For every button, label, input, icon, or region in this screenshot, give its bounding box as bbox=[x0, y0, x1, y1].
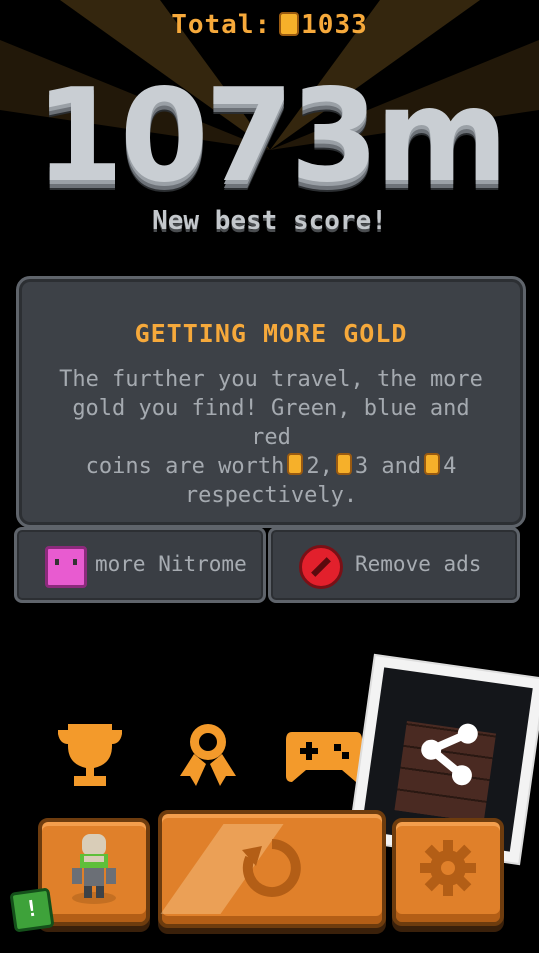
blue-coin-icon bbox=[335, 453, 352, 475]
character-select-button[interactable] bbox=[38, 818, 150, 926]
share-icon[interactable] bbox=[409, 713, 488, 792]
more-nitrome-button[interactable]: more Nitrome bbox=[14, 527, 266, 603]
red-coin-icon bbox=[424, 453, 441, 475]
tip-line-3c: 3 and bbox=[354, 454, 422, 479]
tip-body: The further you travel, the more gold yo… bbox=[55, 365, 487, 510]
best-score-label: New best score! bbox=[152, 206, 387, 236]
settings-button[interactable] bbox=[392, 818, 504, 926]
replay-button[interactable] bbox=[158, 810, 386, 928]
tip-line-3b: 2, bbox=[306, 454, 333, 479]
gold-coin-icon bbox=[279, 12, 300, 36]
tip-line-1: The further you travel, the more bbox=[59, 367, 483, 392]
gamepad-icon[interactable] bbox=[284, 720, 364, 784]
alert-badge[interactable]: ! bbox=[9, 887, 55, 933]
total-value: 1033 bbox=[301, 10, 368, 40]
tip-line-4: respectively. bbox=[184, 483, 358, 508]
remove-ads-button[interactable]: Remove ads bbox=[268, 527, 520, 603]
more-nitrome-label: more Nitrome bbox=[95, 552, 247, 576]
replay-icon bbox=[242, 839, 301, 897]
tip-line-3a: coins are worth bbox=[85, 454, 285, 479]
tip-title: GETTING MORE GOLD bbox=[134, 319, 408, 348]
award-ribbon-icon[interactable] bbox=[174, 720, 242, 790]
distance-score: 1073m bbox=[34, 62, 509, 211]
character-avatar bbox=[72, 834, 116, 904]
total-gold: Total: 1033 bbox=[0, 10, 539, 40]
tip-line-3: coins are worth 2, 3 and 4 bbox=[55, 452, 487, 481]
tip-line-3d: 4 bbox=[443, 454, 457, 479]
no-ads-icon bbox=[299, 545, 343, 589]
secondary-buttons: more Nitrome Remove ads bbox=[14, 527, 520, 603]
green-coin-icon bbox=[287, 453, 304, 475]
nitrome-icon bbox=[45, 546, 87, 588]
remove-ads-label: Remove ads bbox=[355, 552, 482, 576]
trophy-icon[interactable] bbox=[54, 720, 126, 790]
tip-panel: GETTING MORE GOLD The further you travel… bbox=[16, 276, 526, 528]
gear-icon bbox=[420, 840, 476, 896]
tip-line-2: gold you find! Green, blue and red bbox=[72, 396, 470, 450]
total-label: Total: bbox=[171, 10, 272, 40]
